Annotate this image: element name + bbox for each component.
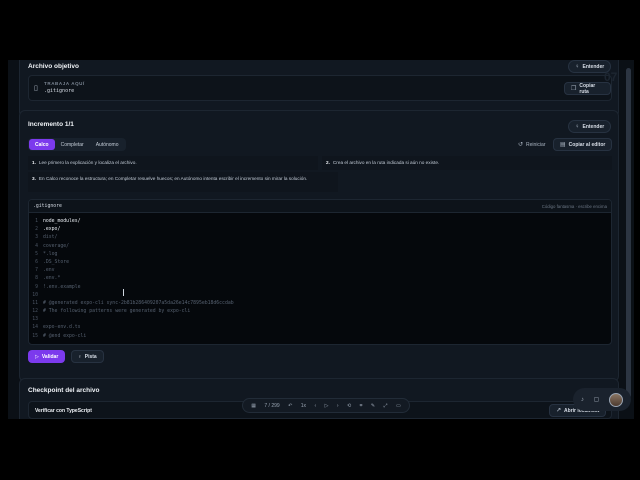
line-number: 11 [32,300,38,306]
code-line[interactable]: 14 expo-env.d.ts [29,324,611,332]
line-text: .DS_Store [43,259,69,265]
code-line[interactable]: 1 node_modules/ [29,218,611,226]
line-number: 2 [35,227,38,233]
presentation-toolbar: ▦ 7 / 299 ↶ 1x ‹ ▷ › ⟲ ⌗ ✎ ⤢ ▭ [242,398,410,413]
file-icon: ▯ [34,85,38,92]
line-number: 14 [32,325,38,331]
text-cursor [123,289,127,296]
speed-label[interactable]: 1x [301,403,306,409]
line-number: 12 [32,309,38,315]
editor-hint: Código fantasma · escribe encima [541,203,607,209]
crop-icon[interactable]: ⌗ [360,403,363,409]
floating-controls: ♪ ▢ [573,388,631,411]
line-number: 10 [32,292,38,298]
loop-icon[interactable]: ⟲ [347,403,351,409]
line-text: # @end expo-cli [43,333,87,339]
line-text: !.env.example [43,284,81,290]
rewind-icon[interactable]: ↶ [288,403,292,409]
increment-title: Incremento 1/1 [28,121,74,128]
line-text: .env.* [43,276,61,282]
step-item: 3. En Calco reconoce la estructura; en Co… [28,172,338,192]
watermark-number: 07 [604,70,618,84]
verify-label: Verificar con TypeScript [35,408,92,414]
tab-calco[interactable]: Calco [29,139,55,150]
line-number: 6 [35,259,38,265]
code-lines[interactable]: 1 node_modules/2 .expo/3 dist/4 coverage/5 *.… [29,218,611,341]
refresh-icon: ↺ [518,141,524,148]
code-line[interactable]: 10 [29,292,611,300]
step-item: 2. Crea el archivo en la ruta indicada si… [322,156,612,170]
line-text: .expo/ [43,227,61,233]
line-number: 3 [35,235,38,241]
copy-icon: ❐ [571,85,577,92]
steps-list: 1. Lee primero la explicación y localiza … [28,156,612,192]
lightbulb-icon: ♀ [78,353,82,360]
code-editor[interactable]: .gitignore Código fantasma · escribe enc… [28,199,612,345]
external-link-icon: ↗ [556,407,562,414]
caption-icon[interactable]: ▭ [396,403,401,409]
play-icon[interactable]: ▷ [325,403,329,409]
editor-header: .gitignore Código fantasma · escribe enc… [29,200,611,213]
line-number: 4 [35,243,38,249]
code-line[interactable]: 13 [29,316,611,324]
code-line[interactable]: 3 dist/ [29,234,611,242]
entender-button[interactable]: ♀ Entender [568,120,612,133]
line-text: node_modules/ [43,219,81,224]
step-item: 1. Lee primero la explicación y localiza … [28,156,318,170]
line-text: expo-env.d.ts [43,325,81,331]
line-number: 7 [35,268,38,274]
avatar[interactable] [609,392,624,407]
line-text: # @generated expo-cli sync-2b81b28640920… [43,300,234,306]
line-text: dist/ [43,235,58,241]
code-line[interactable]: 8 .env.* [29,275,611,283]
line-text: .env [43,268,55,274]
line-number: 1 [35,219,38,224]
grid-icon[interactable]: ▦ [251,403,256,409]
code-line[interactable]: 2 .expo/ [29,226,611,234]
chat-icon[interactable]: ▢ [594,397,600,403]
code-line[interactable]: 15 # @end expo-cli [29,333,611,341]
prev-icon[interactable]: ‹ [314,403,316,409]
line-number: 9 [35,284,38,290]
reiniciar-button[interactable]: ↺ Reiniciar [512,138,551,151]
work-here-box: ▯ TRABAJA AQUÍ .gitignore ❐ Copiar ruta [28,75,612,101]
next-icon[interactable]: › [337,403,339,409]
pista-button[interactable]: ♀ Pista [71,350,104,363]
work-here-label: TRABAJA AQUÍ [44,81,85,86]
clipboard-icon: ▤ [560,141,566,148]
page-counter: 7 / 299 [264,402,280,409]
target-file-title: Archivo objetivo [28,63,79,70]
scrollbar-thumb[interactable] [626,68,631,398]
code-line[interactable]: 5 *.log [29,251,611,259]
line-number: 13 [32,317,38,323]
line-number: 5 [35,251,38,257]
line-number: 15 [32,333,38,339]
pen-icon[interactable]: ✎ [371,403,375,409]
lightbulb-icon: ♀ [575,63,580,70]
code-line[interactable]: 6 .DS_Store [29,259,611,267]
editor-filename: .gitignore [33,203,62,209]
play-icon: ▷ [35,353,39,360]
code-line[interactable]: 9 !.env.example [29,284,611,292]
line-text: *.log [43,251,58,257]
code-line[interactable]: 7 .env [29,267,611,275]
increment-card: Incremento 1/1 ♀ Entender Calco Completa… [19,110,619,382]
tab-completar[interactable]: Completar [55,139,90,150]
code-line[interactable]: 12 # The following patterns were generate… [29,308,611,316]
target-file-path: .gitignore [44,88,75,94]
code-line[interactable]: 11 # @generated expo-cli sync-2b81b286409… [29,300,611,308]
validar-button[interactable]: ▷ Validar [28,350,66,363]
line-text: # The following patterns were generated … [43,309,191,315]
expand-icon[interactable]: ⤢ [384,403,388,409]
lightbulb-icon: ♀ [575,123,580,130]
mode-tabs: Calco Completar Autónomo [28,138,126,151]
line-text: coverage/ [43,243,69,249]
app-viewport: Archivo objetivo ♀ Entender ▯ TRABAJA AQ… [8,60,634,419]
copy-to-editor-button[interactable]: ▤ Copiar al editor [553,138,613,151]
microphone-icon[interactable]: ♪ [581,397,584,403]
line-number: 8 [35,276,38,282]
code-line[interactable]: 4 coverage/ [29,243,611,251]
tab-autonomo[interactable]: Autónomo [90,139,125,150]
checkpoint-title: Checkpoint del archivo [28,387,100,394]
